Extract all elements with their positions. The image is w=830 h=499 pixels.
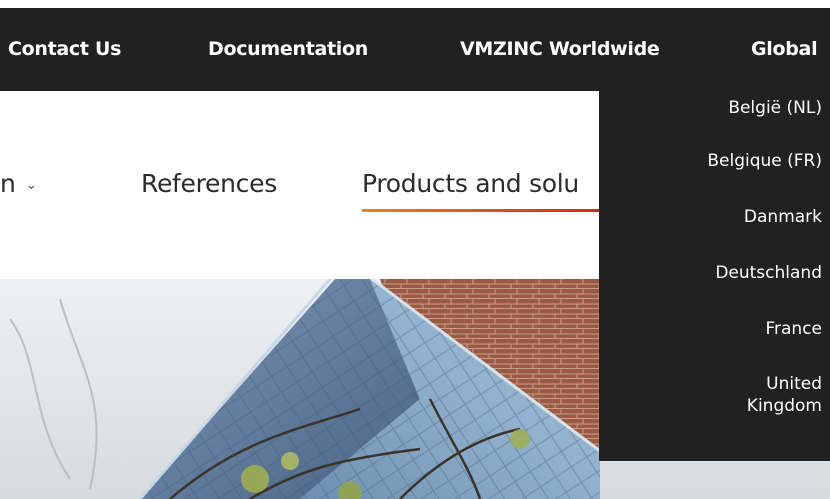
nav-item-references[interactable]: References — [141, 169, 277, 198]
nav-item-partial[interactable]: n ⌄ — [0, 169, 37, 198]
country-option-deutschland[interactable]: Deutschland — [715, 262, 822, 284]
chevron-down-icon: ⌄ — [25, 177, 38, 193]
country-option-belgique-fr[interactable]: Belgique (FR) — [707, 150, 822, 172]
top-utility-bar: Contact Us Documentation VMZINC Worldwid… — [0, 8, 830, 91]
global-link[interactable]: Global — [751, 38, 818, 60]
country-option-danmark[interactable]: Danmark — [744, 206, 822, 228]
top-spacer — [0, 0, 830, 8]
country-dropdown-menu: België (NL) Belgique (FR) Danmark Deutsc… — [599, 91, 830, 461]
country-option-france[interactable]: France — [765, 318, 822, 340]
contact-us-link[interactable]: Contact Us — [8, 38, 121, 60]
documentation-link[interactable]: Documentation — [208, 38, 368, 60]
country-option-belgie-nl[interactable]: België (NL) — [728, 97, 822, 119]
active-nav-underline — [362, 209, 600, 212]
nav-item-products-and-solutions[interactable]: Products and solu — [362, 169, 579, 198]
uk-line-1: United — [766, 374, 822, 394]
vmzinc-worldwide-link[interactable]: VMZINC Worldwide — [460, 38, 660, 60]
uk-line-2: Kingdom — [746, 396, 822, 416]
